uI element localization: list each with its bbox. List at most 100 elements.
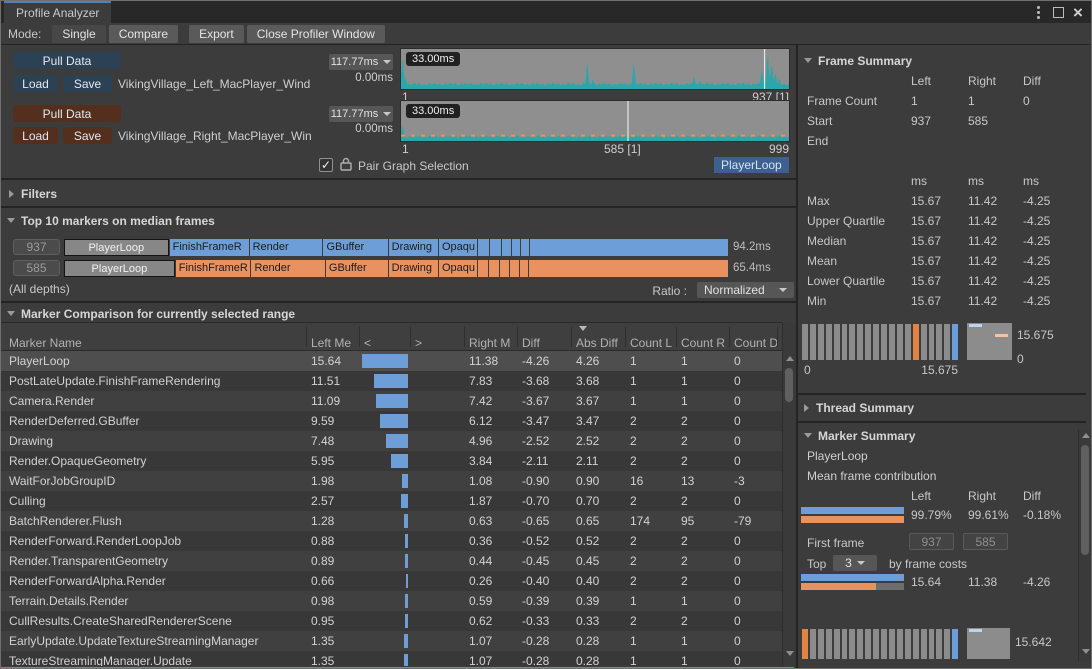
pull-data-right-button[interactable]: Pull Data <box>13 105 121 122</box>
marker-segment[interactable] <box>478 260 488 277</box>
frame-graph-right[interactable]: 33.00ms <box>400 100 790 142</box>
table-row[interactable]: Terrain.Details.Render0.980.59-0.390.391… <box>1 591 782 611</box>
fs-cell: 0 <box>1023 94 1030 108</box>
table-row[interactable]: BatchRenderer.Flush1.280.63-0.650.651749… <box>1 511 782 531</box>
marker-segment[interactable] <box>529 260 728 277</box>
load-right-button[interactable]: Load <box>13 127 58 144</box>
top10-foldout[interactable]: Top 10 markers on median frames <box>7 214 215 228</box>
marker-segment[interactable]: Opaqu <box>439 260 477 277</box>
comparison-foldout[interactable]: Marker Comparison for currently selected… <box>7 307 295 321</box>
cell-cr: 1 <box>681 651 725 666</box>
table-row[interactable]: EarlyUpdate.UpdateTextureStreamingManage… <box>1 631 782 651</box>
top10-bar[interactable]: PlayerLoopFinishFrameRRenderGBufferDrawi… <box>64 260 728 277</box>
marker-segment[interactable] <box>512 239 521 256</box>
left-value-bar <box>391 454 409 468</box>
left-value-bar <box>402 474 408 488</box>
save-right-button[interactable]: Save <box>63 127 112 144</box>
col-right-bar[interactable]: > <box>415 336 422 350</box>
pull-data-left-button[interactable]: Pull Data <box>13 52 121 69</box>
col-count-right[interactable]: Count R <box>681 336 725 350</box>
marker-segment[interactable] <box>489 260 499 277</box>
col-count-diff[interactable]: Count D <box>734 336 778 350</box>
menu-dots-icon[interactable] <box>1029 1 1047 23</box>
col-right-median[interactable]: Right M <box>469 336 515 350</box>
first-frame-left-button[interactable]: 937 <box>909 533 954 550</box>
marker-segment[interactable]: Drawing <box>389 260 438 277</box>
table-row[interactable]: RenderForward.RenderLoopJob0.880.36-0.52… <box>1 531 782 551</box>
mode-single-button[interactable]: Single <box>52 25 105 43</box>
frame-graph-left[interactable]: 33.00ms <box>400 48 790 90</box>
table-row[interactable]: TextureStreamingManager.Update1.351.07-0… <box>1 651 782 666</box>
table-row[interactable]: WaitForJobGroupID1.981.08-0.900.901613-3 <box>1 471 782 491</box>
left-value-bar <box>404 654 408 666</box>
marker-segment-head[interactable]: PlayerLoop <box>64 260 175 277</box>
top-n-dropdown[interactable]: 3 <box>833 555 877 571</box>
marker-summary-foldout[interactable]: Marker Summary <box>804 429 915 443</box>
col-diff[interactable]: Diff <box>522 336 540 350</box>
marker-segment[interactable]: GBuffer <box>326 260 388 277</box>
table-row[interactable]: PlayerLoop15.6411.38-4.264.26110 <box>1 351 782 371</box>
selected-marker-chip[interactable]: PlayerLoop <box>714 157 789 173</box>
table-row[interactable]: CullResults.CreateSharedRendererScene0.9… <box>1 611 782 631</box>
mode-compare-button[interactable]: Compare <box>109 25 178 43</box>
lock-icon[interactable] <box>339 156 353 172</box>
marker-segment[interactable] <box>510 260 519 277</box>
load-left-button[interactable]: Load <box>13 75 58 92</box>
cell-right: 7.42 <box>469 391 515 411</box>
marker-segment[interactable]: Render <box>251 260 324 277</box>
table-row[interactable]: Render.OpaqueGeometry5.953.84-2.112.1122… <box>1 451 782 471</box>
depth-right-dropdown[interactable]: 117.77ms <box>329 106 393 122</box>
marker-segment[interactable] <box>520 260 529 277</box>
tab-label: Profile Analyzer <box>16 6 99 20</box>
table-row[interactable]: RenderForwardAlpha.Render0.660.26-0.400.… <box>1 571 782 591</box>
marker-segment[interactable] <box>521 239 529 256</box>
marker-segment[interactable] <box>502 239 511 256</box>
marker-segment[interactable]: Render <box>250 239 323 256</box>
marker-segment[interactable]: FinishFrameR <box>170 239 249 256</box>
marker-segment-head[interactable]: PlayerLoop <box>64 239 169 256</box>
col-left-median[interactable]: Left Me <box>311 336 355 350</box>
cell-right: 11.38 <box>469 351 515 371</box>
col-marker-name[interactable]: Marker Name <box>9 336 82 350</box>
marker-segment[interactable]: GBuffer <box>323 239 387 256</box>
save-left-button[interactable]: Save <box>63 75 112 92</box>
ratio-label: Ratio : <box>611 284 687 298</box>
panel-scrollbar[interactable] <box>1078 429 1092 661</box>
marker-segment[interactable]: Opaqu <box>439 239 477 256</box>
frame-summary-foldout[interactable]: Frame Summary <box>804 54 912 68</box>
marker-segment[interactable] <box>490 239 500 256</box>
depth-left-dropdown[interactable]: 117.77ms <box>329 54 393 70</box>
table-row[interactable]: PostLateUpdate.FinishFrameRendering11.51… <box>1 371 782 391</box>
close-icon[interactable]: × <box>1069 1 1087 23</box>
top10-bar[interactable]: PlayerLoopFinishFrameRRenderGBufferDrawi… <box>64 239 728 256</box>
table-row[interactable]: RenderDeferred.GBuffer9.596.12-3.473.472… <box>1 411 782 431</box>
marker-segment[interactable] <box>478 239 489 256</box>
close-profiler-button[interactable]: Close Profiler Window <box>247 25 385 43</box>
histogram-bar <box>889 629 895 659</box>
cell-cl: 2 <box>630 411 674 431</box>
tab-profile-analyzer[interactable]: Profile Analyzer <box>4 1 111 23</box>
pair-graph-checkbox[interactable]: ✓ <box>319 158 333 172</box>
table-row[interactable]: Render.TransparentGeometry0.890.44-0.450… <box>1 551 782 571</box>
thread-summary-foldout[interactable]: Thread Summary <box>804 401 914 415</box>
filters-foldout[interactable]: Filters <box>9 187 57 201</box>
maximize-icon[interactable] <box>1049 1 1067 23</box>
marker-segment[interactable]: FinishFrameR <box>176 260 251 277</box>
cell-left: 5.95 <box>311 451 357 471</box>
table-row[interactable]: Camera.Render11.097.42-3.673.67110 <box>1 391 782 411</box>
first-frame-right-button[interactable]: 585 <box>963 533 1008 550</box>
marker-segment[interactable] <box>530 239 728 256</box>
col-abs-diff[interactable]: Abs Diff <box>576 336 618 350</box>
ratio-dropdown[interactable]: Normalized <box>697 282 794 298</box>
marker-segment[interactable] <box>500 260 509 277</box>
chevron-down-icon <box>7 311 15 316</box>
frame-index-button[interactable]: 585 <box>13 260 60 276</box>
table-scrollbar[interactable] <box>782 323 796 666</box>
table-row[interactable]: Culling2.571.87-0.700.70220 <box>1 491 782 511</box>
col-count-left[interactable]: Count L <box>630 336 674 350</box>
export-button[interactable]: Export <box>189 25 244 43</box>
col-left-bar[interactable]: < <box>364 336 371 350</box>
frame-index-button[interactable]: 937 <box>13 239 60 255</box>
table-row[interactable]: Drawing7.484.96-2.522.52220 <box>1 431 782 451</box>
marker-segment[interactable]: Drawing <box>389 239 438 256</box>
